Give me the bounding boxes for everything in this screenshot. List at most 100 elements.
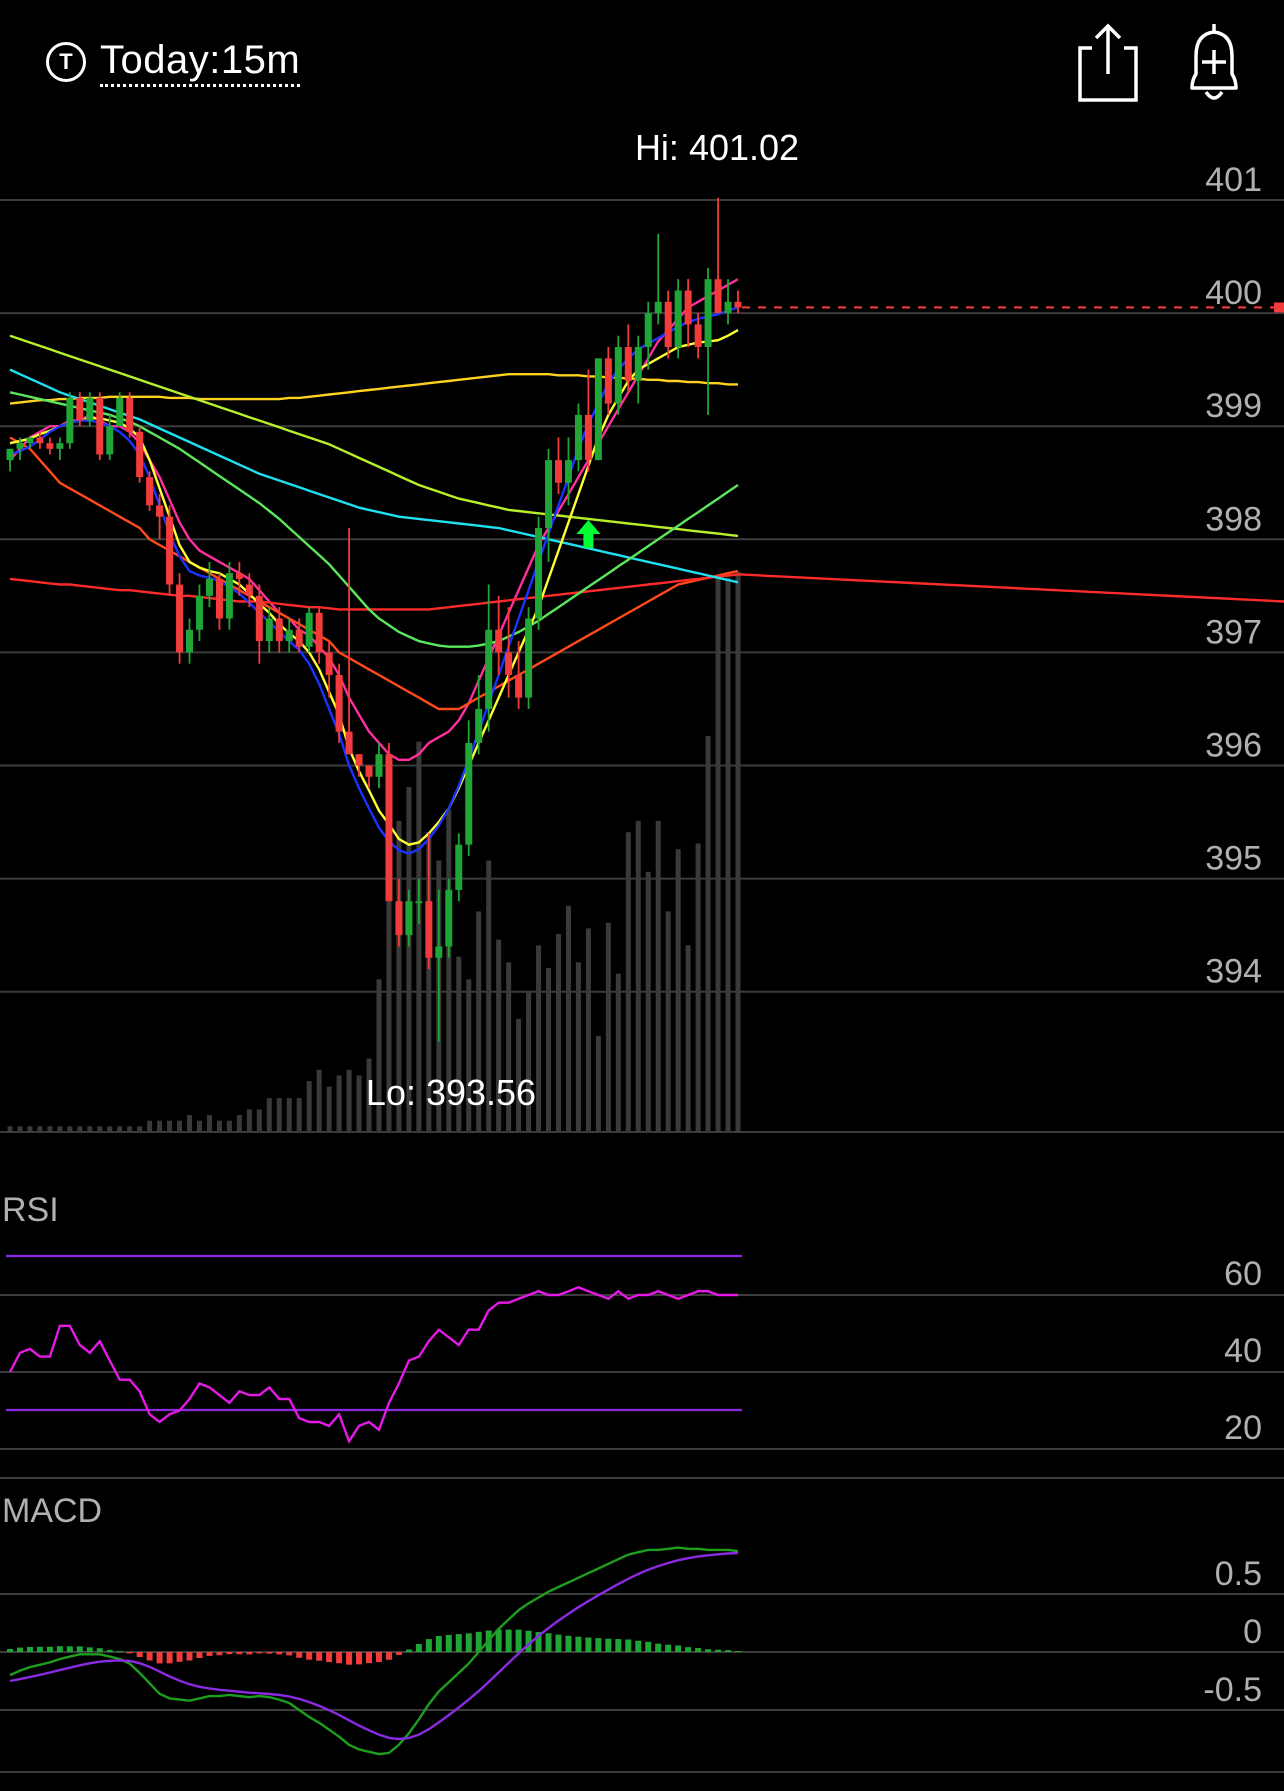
volume-bar bbox=[675, 849, 681, 1132]
candle-body bbox=[295, 629, 303, 647]
candle-body bbox=[425, 901, 433, 958]
macd-histogram-bar bbox=[555, 1634, 562, 1652]
volume-bar bbox=[57, 1126, 63, 1132]
volume-bar bbox=[97, 1126, 103, 1132]
macd-histogram-bar bbox=[266, 1652, 273, 1654]
volume-bar bbox=[226, 1120, 232, 1132]
candle-body bbox=[156, 505, 164, 517]
macd-histogram-bar bbox=[585, 1637, 592, 1652]
candle-body bbox=[36, 437, 44, 444]
macd-histogram-bar bbox=[256, 1652, 263, 1654]
volume-bar bbox=[625, 832, 631, 1132]
timeframe-selector[interactable]: T Today:15m bbox=[46, 34, 301, 90]
candle-body bbox=[634, 347, 642, 381]
volume-bar bbox=[206, 1115, 212, 1132]
macd-histogram-bar bbox=[665, 1644, 672, 1652]
macd-histogram-bar bbox=[415, 1644, 422, 1652]
volume-bar bbox=[585, 928, 591, 1132]
macd-histogram-bar bbox=[375, 1652, 382, 1663]
volume-bar bbox=[615, 973, 621, 1132]
macd-histogram-bar bbox=[126, 1652, 133, 1654]
candle-body bbox=[485, 629, 493, 709]
price-tick-label: 397 bbox=[1205, 613, 1262, 651]
price-tick-label: 398 bbox=[1205, 500, 1262, 538]
volume-bar bbox=[187, 1115, 193, 1132]
rsi-tick-label: 60 bbox=[1224, 1255, 1262, 1293]
macd-histogram-bar bbox=[226, 1652, 233, 1655]
volume-bar bbox=[605, 922, 611, 1132]
candle-body bbox=[624, 347, 632, 381]
moving-average-line bbox=[9, 573, 739, 611]
rsi-line bbox=[8, 1286, 738, 1444]
macd-histogram-bar bbox=[186, 1652, 193, 1661]
candle-body bbox=[355, 754, 363, 766]
candle-body bbox=[315, 612, 323, 653]
candle-body bbox=[285, 629, 293, 642]
volume-bar bbox=[645, 871, 651, 1132]
candle-body bbox=[395, 901, 403, 936]
volume-bar bbox=[336, 1075, 342, 1132]
candle-body bbox=[654, 301, 662, 314]
macd-histogram-bar bbox=[405, 1649, 412, 1652]
volume-bar bbox=[685, 945, 691, 1132]
macd-histogram-bar bbox=[36, 1646, 43, 1652]
macd-histogram-bar bbox=[116, 1651, 123, 1653]
volume-bar bbox=[326, 1086, 332, 1132]
macd-histogram-bar bbox=[156, 1652, 163, 1664]
macd-histogram-bar bbox=[26, 1646, 33, 1652]
volume-bar bbox=[17, 1126, 23, 1132]
volume-bar bbox=[346, 1069, 352, 1132]
candle-body bbox=[495, 629, 503, 653]
volume-bar bbox=[47, 1126, 53, 1132]
macd-histogram-bar bbox=[715, 1649, 722, 1652]
candle-body bbox=[505, 652, 513, 676]
candle-body bbox=[255, 595, 263, 642]
candle-body bbox=[235, 573, 243, 579]
volume-bar bbox=[167, 1120, 173, 1132]
alert-add-icon[interactable] bbox=[1178, 18, 1250, 108]
candle-body bbox=[594, 358, 602, 461]
volume-bar bbox=[137, 1126, 143, 1132]
macd-histogram-bar bbox=[595, 1638, 602, 1652]
share-icon[interactable] bbox=[1072, 18, 1144, 108]
candle-body bbox=[116, 397, 124, 427]
macd-histogram-bar bbox=[106, 1649, 113, 1652]
volume-bar bbox=[117, 1126, 123, 1132]
macd-tick-label: -0.5 bbox=[1203, 1671, 1262, 1709]
macd-histogram-bar bbox=[705, 1649, 712, 1652]
candle-body bbox=[614, 347, 622, 404]
macd-histogram-bar bbox=[445, 1634, 452, 1652]
candle-body bbox=[126, 397, 134, 432]
macd-histogram-bar bbox=[695, 1648, 702, 1652]
volume-bar bbox=[256, 1109, 262, 1132]
candle-body bbox=[445, 889, 453, 947]
macd-histogram-bar bbox=[545, 1633, 552, 1652]
macd-histogram-bar bbox=[296, 1652, 303, 1658]
macd-histogram-bar bbox=[236, 1652, 243, 1655]
macd-histogram-bar bbox=[276, 1652, 283, 1655]
price-tick-label: 399 bbox=[1205, 387, 1262, 425]
volume-bar bbox=[67, 1126, 73, 1132]
volume-bar bbox=[655, 820, 661, 1132]
candle-body bbox=[26, 437, 34, 444]
macd-histogram-bar bbox=[176, 1652, 183, 1662]
buy-signal-arrow-icon bbox=[576, 520, 601, 548]
macd-histogram-bar bbox=[86, 1647, 93, 1652]
macd-histogram-bar bbox=[246, 1652, 253, 1655]
candle-body bbox=[6, 448, 14, 461]
candle-body bbox=[335, 675, 343, 732]
macd-histogram-bar bbox=[316, 1652, 323, 1661]
volume-bar bbox=[306, 1081, 312, 1132]
timeframe-icon: T bbox=[46, 42, 86, 82]
macd-histogram-bar bbox=[7, 1649, 13, 1652]
volume-bar bbox=[546, 967, 552, 1132]
macd-histogram-bar bbox=[605, 1638, 612, 1652]
macd-histogram-bar bbox=[635, 1640, 642, 1652]
volume-bar bbox=[236, 1115, 242, 1132]
macd-histogram-bar bbox=[366, 1652, 373, 1664]
candle-body bbox=[76, 397, 84, 421]
volume-bar bbox=[177, 1120, 183, 1132]
volume-bar bbox=[196, 1120, 202, 1132]
candle-body bbox=[186, 629, 194, 653]
chart-area[interactable]: 401400399398397396395394Hi: 401.02Lo: 39… bbox=[0, 130, 1284, 1791]
